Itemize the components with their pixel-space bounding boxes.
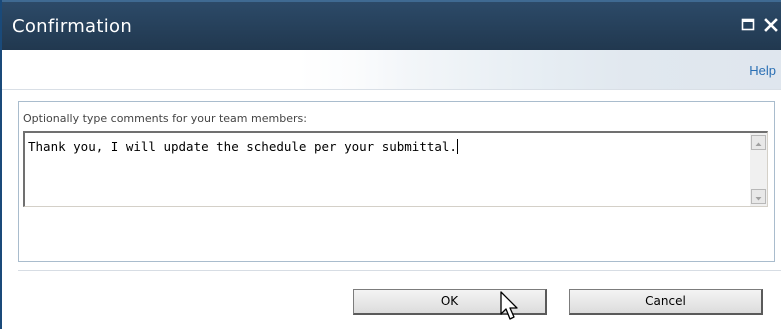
text-caret bbox=[456, 139, 458, 154]
comments-textarea[interactable]: Thank you, I will update the schedule pe… bbox=[23, 131, 768, 207]
maximize-icon[interactable] bbox=[741, 17, 755, 31]
scroll-up-arrow-icon[interactable] bbox=[751, 135, 766, 150]
cancel-button[interactable]: Cancel bbox=[569, 289, 763, 315]
confirmation-dialog: Confirmation Help Optionally type commen… bbox=[0, 0, 781, 329]
comments-panel: Optionally type comments for your team m… bbox=[18, 101, 775, 262]
dialog-title: Confirmation bbox=[12, 16, 133, 37]
comments-text: Thank you, I will update the schedule pe… bbox=[28, 139, 457, 154]
dialog-ribbon: Help bbox=[2, 50, 781, 90]
ok-button[interactable]: OK bbox=[353, 289, 547, 315]
textarea-scrollbar[interactable] bbox=[750, 133, 767, 206]
comments-prompt-label: Optionally type comments for your team m… bbox=[23, 112, 307, 125]
help-link[interactable]: Help bbox=[749, 63, 776, 78]
comments-textarea-value: Thank you, I will update the schedule pe… bbox=[28, 139, 458, 154]
footer-divider bbox=[18, 270, 781, 271]
close-icon[interactable] bbox=[764, 17, 778, 32]
dialog-titlebar: Confirmation bbox=[2, 0, 781, 50]
scroll-down-arrow-icon[interactable] bbox=[751, 189, 766, 204]
